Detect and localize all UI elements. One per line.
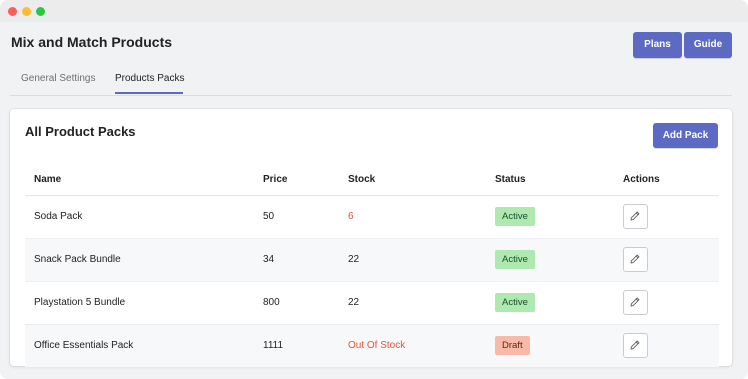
column-header-price[interactable]: Price <box>263 174 287 185</box>
pack-name: Soda Pack <box>34 211 83 222</box>
pack-stock: Out Of Stock <box>348 340 406 351</box>
pencil-edit-icon <box>630 211 640 221</box>
pack-name: Office Essentials Pack <box>34 340 134 351</box>
pencil-edit-icon <box>630 254 640 264</box>
pack-price: 800 <box>263 297 280 308</box>
tab-bar: General Settings Products Packs <box>10 64 732 96</box>
table-header: Name Price Stock Status Actions <box>25 169 719 196</box>
pack-price: 50 <box>263 211 275 222</box>
product-packs-card: All Product Packs Add Pack Name Price St… <box>10 109 732 367</box>
pack-name: Playstation 5 Bundle <box>34 297 126 308</box>
pencil-edit-icon <box>630 297 640 307</box>
edit-pack-button[interactable] <box>623 290 648 315</box>
selected-tab-indicator <box>115 92 183 94</box>
column-header-actions: Actions <box>623 174 660 185</box>
edit-pack-button[interactable] <box>623 333 648 358</box>
page-title: Mix and Match Products <box>11 34 173 50</box>
pack-stock: 6 <box>348 211 354 222</box>
pack-stock: 22 <box>348 297 360 308</box>
window-titlebar <box>0 0 748 22</box>
edit-pack-button[interactable] <box>623 247 648 272</box>
minimize-window-icon[interactable] <box>22 7 31 16</box>
status-badge: Active <box>495 293 535 312</box>
edit-pack-button[interactable] <box>623 204 648 229</box>
status-badge: Active <box>495 207 535 226</box>
table-row: Office Essentials Pack 1111 Out Of Stock… <box>25 325 719 367</box>
close-window-icon[interactable] <box>8 7 17 16</box>
column-header-status[interactable]: Status <box>495 174 526 185</box>
app-window: Mix and Match Products Plans Guide Gener… <box>0 0 748 379</box>
plans-button[interactable]: Plans <box>633 32 682 58</box>
pack-price: 1111 <box>263 340 284 351</box>
status-badge: Active <box>495 250 535 269</box>
pack-stock: 22 <box>348 254 360 265</box>
tab-general-settings[interactable]: General Settings <box>21 73 96 84</box>
table-row: Soda Pack 50 6 Active <box>25 196 719 239</box>
add-pack-button[interactable]: Add Pack <box>653 123 718 148</box>
pack-price: 34 <box>263 254 275 265</box>
column-header-name[interactable]: Name <box>34 174 61 185</box>
table-row: Playstation 5 Bundle 800 22 Active <box>25 282 719 325</box>
status-badge: Draft <box>495 336 530 355</box>
table-row: Snack Pack Bundle 34 22 Active <box>25 239 719 282</box>
card-title: All Product Packs <box>25 124 136 139</box>
product-packs-table: Name Price Stock Status Actions Soda Pac… <box>25 169 719 367</box>
column-header-stock[interactable]: Stock <box>348 174 375 185</box>
pack-name: Snack Pack Bundle <box>34 254 121 265</box>
guide-button[interactable]: Guide <box>684 32 732 58</box>
maximize-window-icon[interactable] <box>36 7 45 16</box>
tab-products-packs[interactable]: Products Packs <box>115 73 184 84</box>
pencil-edit-icon <box>630 340 640 350</box>
